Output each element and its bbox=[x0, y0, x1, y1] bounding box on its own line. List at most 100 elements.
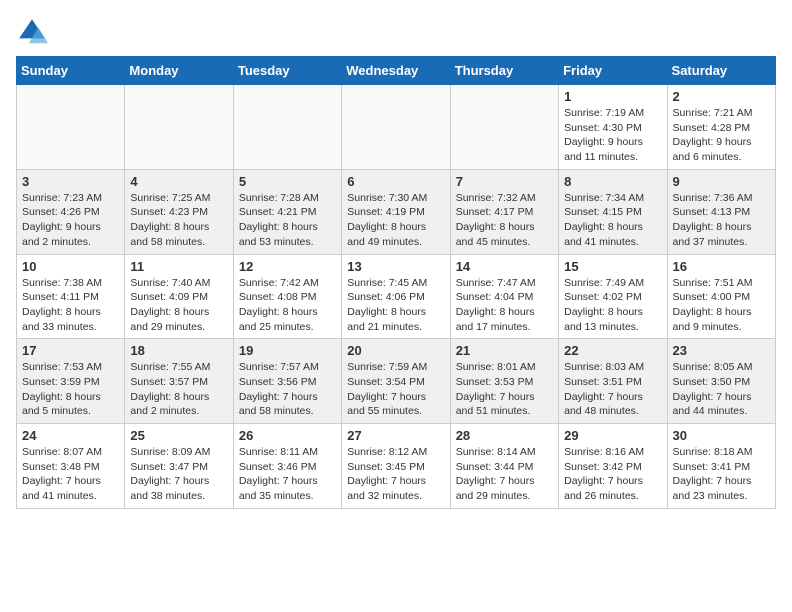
day-header-sunday: Sunday bbox=[17, 57, 125, 85]
day-info: Sunrise: 7:19 AM Sunset: 4:30 PM Dayligh… bbox=[564, 106, 661, 165]
page-header bbox=[16, 16, 776, 48]
calendar-cell: 21 Sunrise: 8:01 AM Sunset: 3:53 PM Dayli… bbox=[450, 339, 558, 424]
calendar-cell bbox=[233, 85, 341, 170]
day-info: Sunrise: 8:14 AM Sunset: 3:44 PM Dayligh… bbox=[456, 445, 553, 504]
day-number: 22 bbox=[564, 343, 661, 358]
day-header-friday: Friday bbox=[559, 57, 667, 85]
day-info: Sunrise: 7:23 AM Sunset: 4:26 PM Dayligh… bbox=[22, 191, 119, 250]
calendar-cell: 24Sunrise: 8:07 AM Sunset: 3:48 PM Dayli… bbox=[17, 424, 125, 509]
calendar-cell: 10 Sunrise: 7:38 AM Sunset: 4:11 PM Dayli… bbox=[17, 254, 125, 339]
day-number: 3 bbox=[22, 174, 119, 189]
day-number: 30 bbox=[673, 428, 770, 443]
day-info: Sunrise: 7:42 AM Sunset: 4:08 PM Dayligh… bbox=[239, 276, 336, 335]
calendar-cell: 13 Sunrise: 7:45 AM Sunset: 4:06 PM Dayli… bbox=[342, 254, 450, 339]
calendar-cell: 17 Sunrise: 7:53 AM Sunset: 3:59 PM Dayli… bbox=[17, 339, 125, 424]
calendar-cell bbox=[17, 85, 125, 170]
day-number: 26 bbox=[239, 428, 336, 443]
day-info: Sunrise: 7:57 AM Sunset: 3:56 PM Dayligh… bbox=[239, 360, 336, 419]
day-number: 1 bbox=[564, 89, 661, 104]
day-header-tuesday: Tuesday bbox=[233, 57, 341, 85]
day-info: Sunrise: 8:18 AM Sunset: 3:41 PM Dayligh… bbox=[673, 445, 770, 504]
day-header-monday: Monday bbox=[125, 57, 233, 85]
day-info: Sunrise: 7:45 AM Sunset: 4:06 PM Dayligh… bbox=[347, 276, 444, 335]
day-number: 25 bbox=[130, 428, 227, 443]
calendar-cell: 3 Sunrise: 7:23 AM Sunset: 4:26 PM Daylig… bbox=[17, 169, 125, 254]
calendar-cell: 20 Sunrise: 7:59 AM Sunset: 3:54 PM Dayli… bbox=[342, 339, 450, 424]
calendar-cell: 9 Sunrise: 7:36 AM Sunset: 4:13 PM Daylig… bbox=[667, 169, 775, 254]
day-number: 18 bbox=[130, 343, 227, 358]
calendar-cell: 6 Sunrise: 7:30 AM Sunset: 4:19 PM Daylig… bbox=[342, 169, 450, 254]
day-info: Sunrise: 7:53 AM Sunset: 3:59 PM Dayligh… bbox=[22, 360, 119, 419]
calendar: SundayMondayTuesdayWednesdayThursdayFrid… bbox=[16, 56, 776, 509]
logo bbox=[16, 16, 52, 48]
day-number: 6 bbox=[347, 174, 444, 189]
day-number: 12 bbox=[239, 259, 336, 274]
calendar-cell bbox=[342, 85, 450, 170]
day-number: 8 bbox=[564, 174, 661, 189]
calendar-cell: 16 Sunrise: 7:51 AM Sunset: 4:00 PM Dayli… bbox=[667, 254, 775, 339]
day-info: Sunrise: 8:01 AM Sunset: 3:53 PM Dayligh… bbox=[456, 360, 553, 419]
calendar-cell: 26 Sunrise: 8:11 AM Sunset: 3:46 PM Dayli… bbox=[233, 424, 341, 509]
day-info: Sunrise: 7:28 AM Sunset: 4:21 PM Dayligh… bbox=[239, 191, 336, 250]
calendar-cell: 15 Sunrise: 7:49 AM Sunset: 4:02 PM Dayli… bbox=[559, 254, 667, 339]
day-info: Sunrise: 8:09 AM Sunset: 3:47 PM Dayligh… bbox=[130, 445, 227, 504]
calendar-cell: 25 Sunrise: 8:09 AM Sunset: 3:47 PM Dayli… bbox=[125, 424, 233, 509]
day-number: 29 bbox=[564, 428, 661, 443]
day-info: Sunrise: 7:38 AM Sunset: 4:11 PM Dayligh… bbox=[22, 276, 119, 335]
day-number: 15 bbox=[564, 259, 661, 274]
day-info: Sunrise: 8:16 AM Sunset: 3:42 PM Dayligh… bbox=[564, 445, 661, 504]
day-number: 27 bbox=[347, 428, 444, 443]
calendar-cell: 4 Sunrise: 7:25 AM Sunset: 4:23 PM Daylig… bbox=[125, 169, 233, 254]
day-info: Sunrise: 7:34 AM Sunset: 4:15 PM Dayligh… bbox=[564, 191, 661, 250]
day-number: 21 bbox=[456, 343, 553, 358]
calendar-cell: 5 Sunrise: 7:28 AM Sunset: 4:21 PM Daylig… bbox=[233, 169, 341, 254]
day-number: 14 bbox=[456, 259, 553, 274]
calendar-cell bbox=[125, 85, 233, 170]
day-info: Sunrise: 8:07 AM Sunset: 3:48 PM Dayligh… bbox=[22, 445, 119, 504]
day-info: Sunrise: 7:25 AM Sunset: 4:23 PM Dayligh… bbox=[130, 191, 227, 250]
day-header-saturday: Saturday bbox=[667, 57, 775, 85]
calendar-cell: 22 Sunrise: 8:03 AM Sunset: 3:51 PM Dayli… bbox=[559, 339, 667, 424]
calendar-cell: 28Sunrise: 8:14 AM Sunset: 3:44 PM Dayli… bbox=[450, 424, 558, 509]
day-header-thursday: Thursday bbox=[450, 57, 558, 85]
day-info: Sunrise: 7:32 AM Sunset: 4:17 PM Dayligh… bbox=[456, 191, 553, 250]
day-info: Sunrise: 7:47 AM Sunset: 4:04 PM Dayligh… bbox=[456, 276, 553, 335]
day-info: Sunrise: 8:03 AM Sunset: 3:51 PM Dayligh… bbox=[564, 360, 661, 419]
calendar-cell: 11 Sunrise: 7:40 AM Sunset: 4:09 PM Dayli… bbox=[125, 254, 233, 339]
day-number: 10 bbox=[22, 259, 119, 274]
calendar-cell: 19 Sunrise: 7:57 AM Sunset: 3:56 PM Dayli… bbox=[233, 339, 341, 424]
day-info: Sunrise: 7:40 AM Sunset: 4:09 PM Dayligh… bbox=[130, 276, 227, 335]
calendar-cell: 7 Sunrise: 7:32 AM Sunset: 4:17 PM Daylig… bbox=[450, 169, 558, 254]
day-info: Sunrise: 7:51 AM Sunset: 4:00 PM Dayligh… bbox=[673, 276, 770, 335]
day-number: 4 bbox=[130, 174, 227, 189]
day-number: 5 bbox=[239, 174, 336, 189]
day-number: 23 bbox=[673, 343, 770, 358]
day-header-wednesday: Wednesday bbox=[342, 57, 450, 85]
day-info: Sunrise: 8:11 AM Sunset: 3:46 PM Dayligh… bbox=[239, 445, 336, 504]
day-number: 17 bbox=[22, 343, 119, 358]
day-number: 19 bbox=[239, 343, 336, 358]
calendar-cell: 12 Sunrise: 7:42 AM Sunset: 4:08 PM Dayli… bbox=[233, 254, 341, 339]
calendar-cell: 1 Sunrise: 7:19 AM Sunset: 4:30 PM Daylig… bbox=[559, 85, 667, 170]
day-number: 16 bbox=[673, 259, 770, 274]
day-info: Sunrise: 8:05 AM Sunset: 3:50 PM Dayligh… bbox=[673, 360, 770, 419]
calendar-cell: 27 Sunrise: 8:12 AM Sunset: 3:45 PM Dayli… bbox=[342, 424, 450, 509]
calendar-cell: 14 Sunrise: 7:47 AM Sunset: 4:04 PM Dayli… bbox=[450, 254, 558, 339]
day-info: Sunrise: 7:49 AM Sunset: 4:02 PM Dayligh… bbox=[564, 276, 661, 335]
day-info: Sunrise: 7:21 AM Sunset: 4:28 PM Dayligh… bbox=[673, 106, 770, 165]
calendar-cell: 2 Sunrise: 7:21 AM Sunset: 4:28 PM Daylig… bbox=[667, 85, 775, 170]
day-number: 9 bbox=[673, 174, 770, 189]
day-info: Sunrise: 7:59 AM Sunset: 3:54 PM Dayligh… bbox=[347, 360, 444, 419]
day-info: Sunrise: 8:12 AM Sunset: 3:45 PM Dayligh… bbox=[347, 445, 444, 504]
day-number: 11 bbox=[130, 259, 227, 274]
day-number: 7 bbox=[456, 174, 553, 189]
calendar-cell: 18Sunrise: 7:55 AM Sunset: 3:57 PM Dayli… bbox=[125, 339, 233, 424]
day-number: 13 bbox=[347, 259, 444, 274]
calendar-cell: 23 Sunrise: 8:05 AM Sunset: 3:50 PM Dayli… bbox=[667, 339, 775, 424]
day-info: Sunrise: 7:30 AM Sunset: 4:19 PM Dayligh… bbox=[347, 191, 444, 250]
day-number: 2 bbox=[673, 89, 770, 104]
calendar-cell bbox=[450, 85, 558, 170]
day-number: 20 bbox=[347, 343, 444, 358]
day-info: Sunrise: 7:36 AM Sunset: 4:13 PM Dayligh… bbox=[673, 191, 770, 250]
calendar-cell: 30 Sunrise: 8:18 AM Sunset: 3:41 PM Dayli… bbox=[667, 424, 775, 509]
